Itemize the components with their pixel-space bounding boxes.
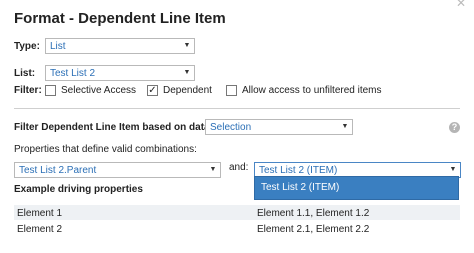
row-right-value: Element 1.1, Element 1.2 xyxy=(257,208,370,219)
type-select-value: List xyxy=(50,41,66,52)
row-right-value: Element 2.1, Element 2.2 xyxy=(257,224,370,235)
and-label: and: xyxy=(229,162,249,173)
filter-source-select[interactable]: Selection ▼ xyxy=(205,119,353,135)
chevron-down-icon: ▼ xyxy=(449,166,457,173)
properties-label: Properties that define valid combination… xyxy=(14,144,197,155)
row-left-value: Element 2 xyxy=(17,224,63,235)
format-dialog: Format - Dependent Line Item ✕ Type: Lis… xyxy=(0,0,474,253)
left-property-value: Test List 2.Parent xyxy=(19,165,97,176)
list-select-value: Test List 2 xyxy=(50,68,96,79)
row-left-value: Element 1 xyxy=(17,208,63,219)
table-row xyxy=(14,205,460,220)
checkmark-icon: ✓ xyxy=(148,85,157,96)
filter-source-label: Filter Dependent Line Item based on data… xyxy=(14,122,222,133)
dependent-checkbox[interactable]: ✓ xyxy=(147,85,158,96)
allow-unfiltered-label: Allow access to unfiltered items xyxy=(242,85,382,96)
chevron-down-icon: ▼ xyxy=(209,166,217,173)
example-heading: Example driving properties xyxy=(14,184,143,195)
dialog-title: Format - Dependent Line Item xyxy=(14,10,226,27)
help-icon[interactable]: ? xyxy=(449,122,460,133)
dropdown-list: Test List 2 (ITEM) xyxy=(254,176,459,200)
right-property-value: Test List 2 (ITEM) xyxy=(259,165,338,176)
left-property-select[interactable]: Test List 2.Parent ▼ xyxy=(14,162,221,178)
chevron-down-icon: ▼ xyxy=(183,69,191,76)
close-icon[interactable]: ✕ xyxy=(456,0,466,10)
chevron-down-icon: ▼ xyxy=(341,123,349,130)
list-label: List: xyxy=(14,68,36,79)
type-select[interactable]: List ▼ xyxy=(45,38,195,54)
dropdown-option[interactable]: Test List 2 (ITEM) xyxy=(261,182,339,193)
allow-unfiltered-checkbox[interactable] xyxy=(226,85,237,96)
filter-label: Filter: xyxy=(14,85,42,96)
dependent-label: Dependent xyxy=(163,85,212,96)
selective-access-checkbox[interactable] xyxy=(45,85,56,96)
type-label: Type: xyxy=(14,41,40,52)
chevron-down-icon: ▼ xyxy=(183,42,191,49)
divider xyxy=(14,108,460,109)
filter-source-value: Selection xyxy=(210,122,252,133)
selective-access-label: Selective Access xyxy=(61,85,137,96)
list-select[interactable]: Test List 2 ▼ xyxy=(45,65,195,81)
